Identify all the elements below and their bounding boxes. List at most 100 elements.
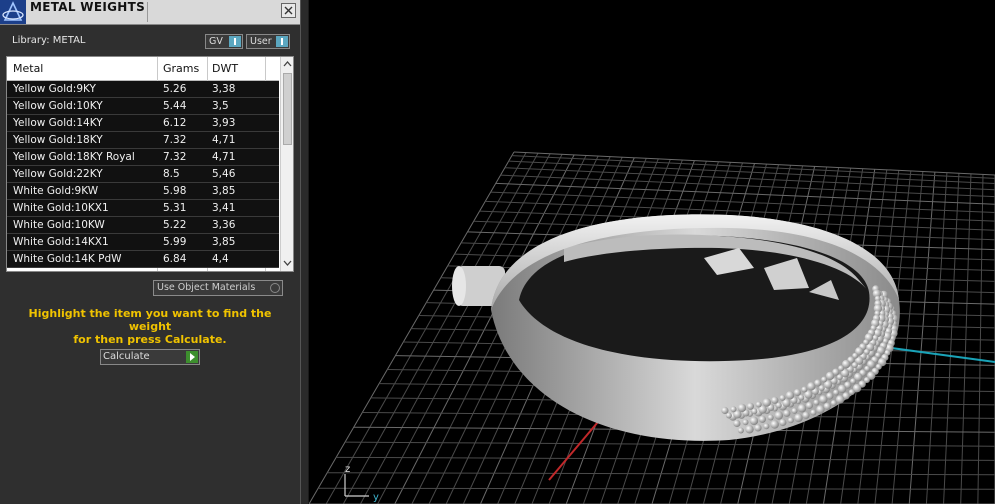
- play-icon[interactable]: [186, 351, 198, 363]
- pave-bead: [762, 398, 771, 407]
- table-row[interactable]: Yellow Gold:14KY 6.12 3,93: [7, 115, 279, 132]
- pave-bead: [810, 409, 817, 416]
- table-row[interactable]: White Gold:10KX1 5.31 3,41: [7, 200, 279, 217]
- pave-bead: [837, 384, 847, 394]
- cell-metal: Yellow Gold:22KY: [13, 168, 103, 180]
- cell-dwt: 3,5: [212, 100, 229, 112]
- cell-dwt: 3,38: [212, 83, 236, 95]
- cell-dwt: 3,41: [212, 202, 236, 214]
- cell-dwt: 3,85: [212, 185, 236, 197]
- use-object-materials-label: Use Object Materials: [157, 282, 256, 293]
- table-row[interactable]: Yellow Gold:9KY 5.26 3,38: [7, 81, 279, 98]
- app-logo-icon: [0, 0, 26, 24]
- table-row[interactable]: Yellow Gold:18KY Royal 7.32 4,71: [7, 149, 279, 166]
- title-bar[interactable]: METAL WEIGHTS: [0, 0, 300, 25]
- pave-bead: [721, 406, 729, 415]
- metal-table: Metal Grams DWT Yellow Gold:9KY 5.26 3,38 Y…: [6, 56, 294, 272]
- pave-bead: [755, 401, 762, 408]
- panel-splitter[interactable]: [300, 0, 309, 504]
- close-button[interactable]: [281, 3, 296, 18]
- use-object-materials-radio[interactable]: [270, 283, 280, 293]
- pave-bead: [737, 403, 747, 413]
- 3d-viewport[interactable]: z y: [309, 0, 995, 504]
- cell-metal: White Gold:10KW: [13, 219, 105, 231]
- cell-metal: Yellow Gold:9KY: [13, 83, 96, 95]
- cell-metal: Yellow Gold:10KY: [13, 100, 103, 112]
- cell-metal: White Gold:9KW: [13, 185, 99, 197]
- grid-line: [508, 160, 995, 185]
- cell-metal: Yellow Gold:18KY Royal: [13, 151, 135, 163]
- cell-grams: 5.98: [163, 185, 187, 197]
- title-separator: [147, 2, 148, 22]
- viewport-canvas[interactable]: z y: [309, 0, 995, 504]
- pave-bead: [758, 415, 766, 423]
- pave-bead: [749, 416, 759, 426]
- instruction-line-2: for then press Calculate.: [73, 333, 227, 346]
- pave-bead: [774, 411, 783, 420]
- instruction-text: Highlight the item you want to find the …: [14, 307, 286, 346]
- pave-bead: [785, 391, 795, 400]
- cell-dwt: 3,93: [212, 117, 236, 129]
- gv-dropdown-button-icon[interactable]: [229, 36, 241, 47]
- grid-line: [960, 173, 972, 504]
- header-dwt[interactable]: DWT: [212, 62, 238, 75]
- table-row[interactable]: White Gold:14K PdW 6.84 4,4: [7, 251, 279, 268]
- pave-bead: [816, 405, 825, 414]
- pave-bead: [770, 420, 779, 429]
- metal-weights-panel: METAL WEIGHTS Library: METAL GV User Met…: [0, 0, 300, 504]
- pave-bead: [745, 425, 754, 434]
- cell-grams: 8.5: [163, 168, 180, 180]
- gv-dropdown-label: GV: [209, 36, 223, 47]
- pave-bead: [787, 417, 794, 424]
- ring-sprue-cap: [452, 266, 466, 306]
- pave-bead: [835, 395, 845, 404]
- user-dropdown[interactable]: User: [246, 34, 290, 49]
- cell-grams: 5.99: [163, 236, 187, 248]
- cell-metal: White Gold:14KX1: [13, 236, 109, 248]
- calculate-button[interactable]: Calculate: [100, 349, 200, 365]
- library-label: Library: METAL: [12, 35, 86, 46]
- pave-bead: [830, 400, 837, 406]
- pave-bead: [825, 371, 835, 381]
- cell-dwt: 5,46: [212, 168, 236, 180]
- scroll-down-icon[interactable]: [283, 260, 292, 267]
- table-header: Metal Grams DWT: [7, 57, 279, 81]
- table-row[interactable]: White Gold:14KX1 5.99 3,85: [7, 234, 279, 251]
- gizmo-y-label: y: [373, 492, 379, 503]
- pave-bead: [742, 419, 749, 426]
- table-scrollbar[interactable]: [280, 57, 293, 271]
- instruction-line-1: Highlight the item you want to find the …: [28, 307, 272, 333]
- scroll-up-icon[interactable]: [283, 60, 292, 67]
- table-row[interactable]: Yellow Gold:22KY 8.5 5,46: [7, 166, 279, 183]
- pave-bead: [821, 376, 828, 383]
- header-metal[interactable]: Metal: [13, 62, 43, 75]
- pave-bead: [763, 423, 770, 430]
- use-object-materials-option[interactable]: Use Object Materials: [153, 280, 283, 296]
- table-row[interactable]: Yellow Gold:18KY 7.32 4,71: [7, 132, 279, 149]
- cell-dwt: 3,36: [212, 219, 236, 231]
- table-row[interactable]: Yellow Gold:10KY 5.44 3,5: [7, 98, 279, 115]
- pave-bead: [848, 389, 855, 396]
- pave-bead: [850, 378, 857, 385]
- header-grams[interactable]: Grams: [163, 62, 199, 75]
- scroll-thumb[interactable]: [283, 73, 292, 145]
- pave-bead: [802, 411, 810, 419]
- cell-dwt: 4,71: [212, 134, 236, 146]
- pave-bead: [794, 413, 803, 423]
- ring-model[interactable]: [452, 214, 900, 441]
- pave-bead: [737, 427, 744, 434]
- pave-bead: [779, 394, 786, 401]
- gv-dropdown[interactable]: GV: [205, 34, 243, 49]
- cell-dwt: 4,4: [212, 253, 229, 265]
- pave-bead: [833, 389, 840, 396]
- table-body: Yellow Gold:9KY 5.26 3,38 Yellow Gold:10KY 5…: [7, 81, 279, 268]
- cell-grams: 6.12: [163, 117, 187, 129]
- cell-metal: Yellow Gold:18KY: [13, 134, 103, 146]
- table-row[interactable]: White Gold:9KW 5.98 3,85: [7, 183, 279, 200]
- pave-bead: [754, 424, 762, 432]
- pave-bead: [746, 402, 754, 410]
- table-row[interactable]: White Gold:10KW 5.22 3,36: [7, 217, 279, 234]
- pave-bead: [805, 401, 813, 410]
- user-dropdown-button-icon[interactable]: [276, 36, 288, 47]
- pave-bead: [793, 388, 801, 397]
